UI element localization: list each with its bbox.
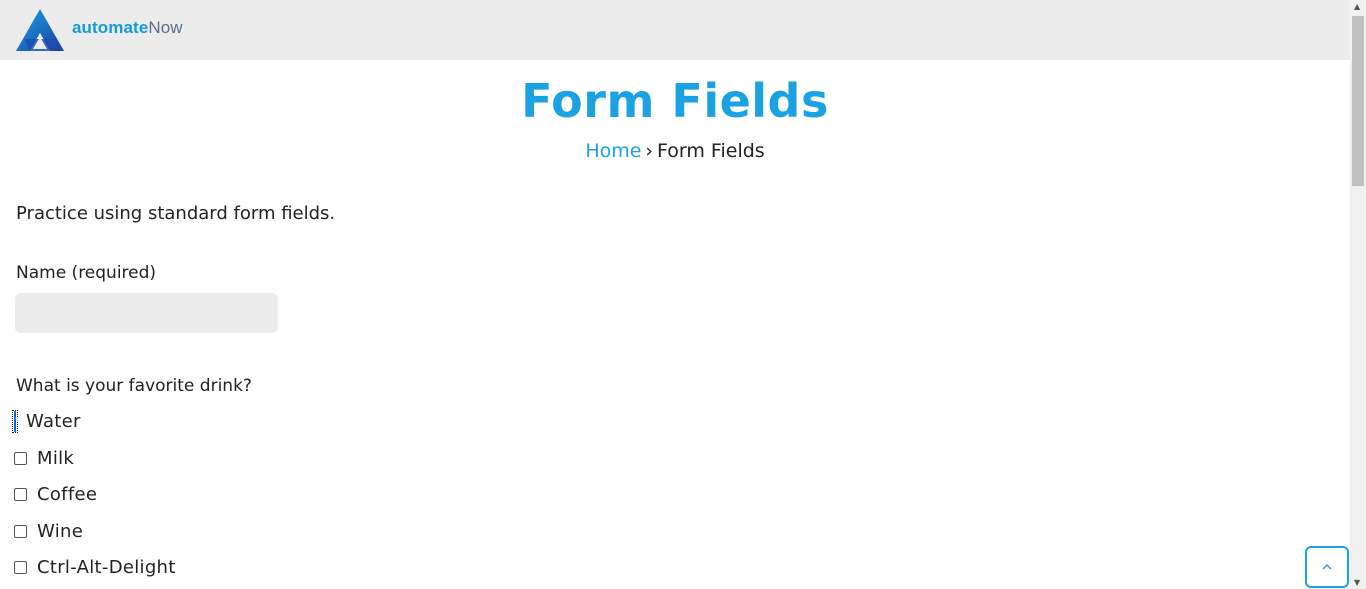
site-header: automateNow — [0, 0, 1350, 60]
drink-option-wine[interactable]: Wine — [14, 520, 83, 542]
drink-option-coffee[interactable]: Coffee — [14, 483, 97, 505]
drink-checkbox-ctrl-alt-delight[interactable] — [14, 560, 27, 574]
drink-checkbox-milk[interactable] — [14, 451, 27, 465]
name-label: Name (required) — [16, 263, 157, 283]
brand-name-bold: automate — [72, 18, 149, 37]
page-title: Form Fields — [521, 74, 829, 128]
main-content: Form Fields Home › Form Fields Practice us… — [0, 60, 1350, 589]
drink-label-milk: Milk — [37, 447, 75, 469]
drink-checkbox-coffee[interactable] — [14, 487, 27, 501]
drink-question: What is your favorite drink? — [16, 376, 252, 396]
scroll-up-arrow-icon[interactable]: ▲ — [1354, 2, 1360, 11]
drink-label-ctrl-alt-delight: Ctrl-Alt-Delight — [37, 556, 176, 578]
drink-label-water: Water — [26, 410, 81, 432]
brand-name[interactable]: automateNow — [72, 18, 183, 38]
intro-text: Practice using standard form fields. — [16, 203, 336, 224]
drink-option-ctrl-alt-delight[interactable]: Ctrl-Alt-Delight — [14, 556, 176, 578]
name-input[interactable] — [15, 293, 278, 333]
brand-name-light: Now — [148, 18, 183, 37]
scroll-thumb[interactable] — [1352, 16, 1364, 186]
breadcrumb-current: Form Fields — [657, 140, 765, 162]
back-to-top-button[interactable] — [1305, 546, 1349, 588]
drink-checkbox-water[interactable] — [14, 410, 16, 432]
vertical-scrollbar[interactable]: ▲ ▼ — [1350, 0, 1366, 589]
drink-option-milk[interactable]: Milk — [14, 447, 74, 469]
checkbox-focus-ring — [12, 409, 18, 433]
automatenow-logo-icon[interactable] — [16, 9, 64, 51]
drink-label-wine: Wine — [37, 520, 84, 542]
chevron-up-icon — [1322, 563, 1332, 570]
breadcrumb: Home › Form Fields — [0, 140, 1350, 162]
breadcrumb-home-link[interactable]: Home — [585, 140, 641, 162]
scroll-down-arrow-icon[interactable]: ▼ — [1354, 578, 1360, 587]
drink-checkbox-wine[interactable] — [14, 524, 27, 538]
drink-label-coffee: Coffee — [37, 483, 98, 505]
drink-option-water[interactable]: Water — [12, 409, 81, 433]
breadcrumb-separator: › — [645, 140, 654, 162]
